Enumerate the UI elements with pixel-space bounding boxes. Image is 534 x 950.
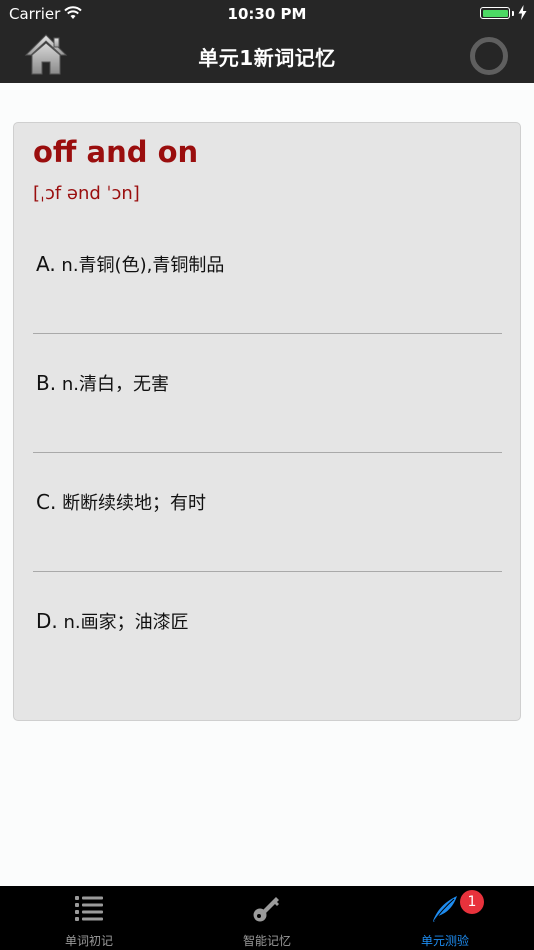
phonetic: [ˌɔf ənd ˈɔn] bbox=[33, 183, 140, 204]
status-bar: Carrier 10:30 PM bbox=[0, 0, 534, 27]
progress-ring-icon[interactable] bbox=[470, 37, 508, 75]
option-letter: B. bbox=[36, 371, 57, 395]
option-a[interactable]: A. n.青铜(色),青铜制品 bbox=[33, 228, 502, 320]
clock: 10:30 PM bbox=[227, 5, 307, 23]
divider bbox=[33, 452, 502, 453]
option-label: n.清白，无害 bbox=[61, 374, 169, 395]
notification-badge: 1 bbox=[460, 890, 484, 914]
page-title: 单元1新词记忆 bbox=[198, 46, 336, 70]
option-a-text: A. n.青铜(色),青铜制品 bbox=[36, 251, 224, 277]
option-letter: C. bbox=[36, 490, 57, 514]
option-label: n.青铜(色),青铜制品 bbox=[61, 255, 225, 276]
tab-label: 智能记忆 bbox=[242, 934, 291, 948]
feather-icon bbox=[433, 896, 457, 922]
battery-cap bbox=[512, 11, 514, 16]
tab-smart-memory[interactable]: 智能记忆 bbox=[178, 886, 356, 950]
option-c-text: C. 断断续续地；有时 bbox=[36, 489, 206, 515]
divider bbox=[33, 571, 502, 572]
tab-bar: 单词初记 智能记忆 1 单元测验 bbox=[0, 886, 534, 950]
option-label: n.画家；油漆匠 bbox=[63, 612, 189, 633]
tab-word-intro[interactable]: 单词初记 bbox=[0, 886, 178, 950]
tab-label: 单词初记 bbox=[64, 934, 113, 948]
divider bbox=[33, 333, 502, 334]
quiz-word: off and on bbox=[33, 135, 199, 169]
battery-icon bbox=[480, 7, 510, 19]
nav-bar: 单元1新词记忆 bbox=[0, 27, 534, 83]
tab-label: 单元测验 bbox=[420, 934, 469, 948]
charging-bolt-icon bbox=[518, 5, 527, 20]
option-letter: A. bbox=[36, 252, 56, 276]
option-b-text: B. n.清白，无害 bbox=[36, 370, 169, 396]
option-d-text: D. n.画家；油漆匠 bbox=[36, 608, 189, 634]
tab-unit-quiz[interactable]: 1 单元测验 bbox=[356, 886, 534, 950]
option-c[interactable]: C. 断断续续地；有时 bbox=[33, 466, 502, 558]
option-d[interactable]: D. n.画家；油漆匠 bbox=[33, 585, 502, 677]
quiz-card: off and on [ˌɔf ənd ˈɔn] A. n.青铜(色),青铜制品… bbox=[13, 122, 521, 721]
option-b[interactable]: B. n.清白，无害 bbox=[33, 347, 502, 439]
list-icon bbox=[75, 896, 103, 921]
option-label: 断断续续地；有时 bbox=[62, 493, 207, 514]
key-icon bbox=[253, 897, 279, 922]
option-letter: D. bbox=[36, 609, 58, 633]
